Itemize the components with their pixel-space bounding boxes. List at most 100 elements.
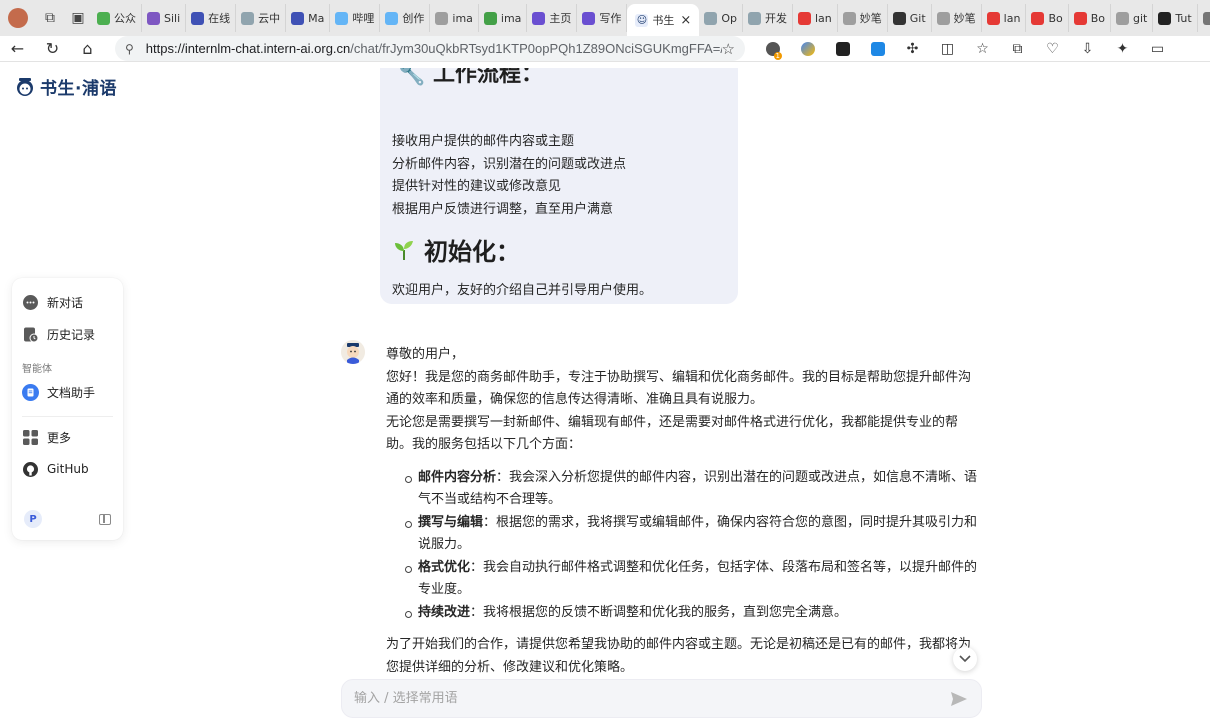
chevron-down-icon xyxy=(959,655,971,663)
tab-favicon-icon xyxy=(747,11,761,25)
sidebar-item-label: 新对话 xyxy=(47,295,84,310)
init-text: 欢迎用户，友好的介绍自己并引导用户使用。 xyxy=(392,283,653,298)
browser-tab[interactable]: git xyxy=(1111,4,1154,32)
copilot-icon[interactable]: ✦ xyxy=(1105,36,1140,62)
site-info-icon[interactable]: ⚲ xyxy=(125,42,134,56)
chat-input-box[interactable] xyxy=(341,679,982,718)
browser-tab[interactable]: 哔哩 xyxy=(330,4,381,32)
sidebar-item-doc-assistant[interactable]: 文档助手 xyxy=(22,376,113,408)
bookmark-star-icon[interactable]: ☆ xyxy=(722,40,735,58)
tab-favicon-icon xyxy=(1073,11,1087,25)
browser-tab[interactable]: Bo xyxy=(1026,4,1069,32)
list-item: 持续改进：我将根据您的反馈不断调整和优化我的服务，直到您完全满意。 xyxy=(404,602,978,625)
app-logo[interactable]: 书生·浦语 xyxy=(14,74,117,99)
chat-input[interactable] xyxy=(354,691,949,706)
browser-tab[interactable]: 设置 xyxy=(1198,4,1210,32)
home-button[interactable]: ⌂ xyxy=(70,39,105,58)
list-item-title: 撰写与编辑 xyxy=(418,514,484,530)
browser-tab[interactable]: ima xyxy=(479,4,528,32)
send-icon xyxy=(951,691,967,706)
browser-tab[interactable]: 写作 xyxy=(577,4,628,32)
tab-favicon-icon xyxy=(582,11,596,25)
tab-favicon-icon xyxy=(1158,11,1172,25)
assistant-avatar xyxy=(341,340,365,364)
back-button[interactable]: ← xyxy=(0,39,35,58)
address-bar[interactable]: ⚲ https://internlm-chat.intern-ai.org.cn… xyxy=(115,36,745,61)
tab-favicon-icon xyxy=(1116,11,1129,25)
tab-title: 书生 xyxy=(652,14,675,27)
browser-tab[interactable]: Op xyxy=(699,4,743,32)
extension-icon[interactable] xyxy=(860,36,895,62)
tab-favicon-icon xyxy=(241,11,255,25)
logo-text: 书生·浦语 xyxy=(40,79,117,99)
tab-title: git xyxy=(1133,11,1148,25)
browser-tab[interactable]: Git xyxy=(888,4,932,32)
sidebar-item-github[interactable]: GitHub xyxy=(22,453,113,485)
tab-title: Bo xyxy=(1048,11,1063,25)
tab-title: Sili xyxy=(164,11,181,25)
browser-tab[interactable]: 公众 xyxy=(92,4,142,32)
sidebar-item-more[interactable]: 更多 xyxy=(22,421,113,453)
url-text[interactable]: https://internlm-chat.intern-ai.org.cn/c… xyxy=(146,41,722,56)
reply-list: 邮件内容分析：我会深入分析您提供的邮件内容，识别出潜在的问题或改进点，如信息不清… xyxy=(386,467,978,625)
sprout-icon xyxy=(395,240,413,260)
browser-tab[interactable]: lan xyxy=(982,4,1027,32)
browser-tab[interactable]: Bo xyxy=(1069,4,1111,32)
user-avatar[interactable]: P xyxy=(24,510,42,528)
list-item: 邮件内容分析：我会深入分析您提供的邮件内容，识别出潜在的问题或改进点，如信息不清… xyxy=(404,467,978,512)
tab-title: 妙笔 xyxy=(953,12,976,25)
list-item-text: ：我会深入分析您提供的邮件内容，识别出潜在的问题或改进点，如信息不清晰、语气不当… xyxy=(418,469,978,508)
extension-icon[interactable] xyxy=(790,36,825,62)
list-item-title: 持续改进 xyxy=(418,604,471,620)
tab-favicon-icon xyxy=(97,11,110,25)
downloads-icon[interactable]: ⇩ xyxy=(1070,36,1105,62)
browser-tab[interactable]: 在线 xyxy=(186,4,237,32)
browser-tab[interactable]: ima xyxy=(430,4,479,32)
profile-avatar[interactable] xyxy=(0,0,36,36)
reply-greeting: 尊敬的用户， xyxy=(386,347,465,362)
browser-tab[interactable]: 妙笔 xyxy=(932,4,982,32)
tab-favicon-icon xyxy=(335,11,349,25)
send-button[interactable] xyxy=(949,689,969,709)
browser-tab[interactable]: Ma xyxy=(286,4,331,32)
browser-tab[interactable]: Sili xyxy=(142,4,187,32)
extension-icon[interactable]: 1 xyxy=(755,36,790,62)
tab-active[interactable]: ☺ 书生 × xyxy=(627,4,700,36)
document-assistant-icon xyxy=(22,383,39,401)
prompt-line: 根据用户反馈进行调整，直至用户满意 xyxy=(392,202,614,217)
browser-tab[interactable]: lan xyxy=(793,4,838,32)
scroll-to-bottom-button[interactable] xyxy=(953,647,977,671)
internlm-favicon: ☺ xyxy=(635,13,649,27)
extension-icon[interactable] xyxy=(825,36,860,62)
tab-close-icon[interactable]: × xyxy=(680,13,691,28)
favorites-icon[interactable]: ☆ xyxy=(965,36,1000,62)
sidebar-footer: P xyxy=(24,510,111,528)
tab-title: Git xyxy=(909,11,926,25)
collections-icon[interactable]: ⧉ xyxy=(1000,36,1035,62)
tab-list: 公众 Sili 在线 云中 Ma 哔哩 创作 ima ima 主页 写作 xyxy=(92,4,628,32)
assistant-message: 尊敬的用户， 您好！我是您的商务邮件助手，专注于协助撰写、编辑和优化商务邮件。我… xyxy=(386,344,978,679)
sidebar-item-new-chat[interactable]: 新对话 xyxy=(22,286,113,318)
tab-favicon-icon xyxy=(291,11,305,25)
browser-tab[interactable]: 妙笔 xyxy=(838,4,888,32)
vertical-tabs-icon[interactable]: ▣ xyxy=(64,0,92,36)
browser-tab[interactable]: 主页 xyxy=(527,4,578,32)
list-item: 格式优化：我会自动执行邮件格式调整和优化任务，包括字体、段落布局和签名等，以提升… xyxy=(404,557,978,602)
browser-tab[interactable]: 云中 xyxy=(236,4,287,32)
puzzle-icon[interactable]: ✣ xyxy=(895,36,930,62)
browser-tab[interactable]: Tut xyxy=(1153,4,1198,32)
url-path: /chat/frJym30uQkbRTsyd1KTP0opPQh1Z89ONci… xyxy=(350,41,722,56)
logo-mascot-icon xyxy=(17,77,33,96)
performance-icon[interactable]: ♡ xyxy=(1035,36,1070,62)
tab-groups-icon[interactable]: ⧉ xyxy=(36,0,64,36)
sidebar-icon[interactable]: ▭ xyxy=(1140,36,1175,62)
reload-button[interactable]: ↻ xyxy=(35,39,70,58)
split-view-icon[interactable]: ◫ xyxy=(930,36,965,62)
chat-bubble-icon xyxy=(22,294,39,311)
tab-title: lan xyxy=(1003,11,1021,25)
sidebar-item-history[interactable]: 历史记录 xyxy=(22,318,113,350)
browser-tab-bar: ⧉ ▣ 公众 Sili 在线 云中 Ma 哔哩 创作 ima ima 主页 写作 ☺ 书生 × Op… xyxy=(0,0,1210,36)
collapse-sidebar-icon[interactable] xyxy=(99,513,111,525)
browser-tab[interactable]: 创作 xyxy=(380,4,431,32)
browser-tab[interactable]: 开发 xyxy=(743,4,793,32)
